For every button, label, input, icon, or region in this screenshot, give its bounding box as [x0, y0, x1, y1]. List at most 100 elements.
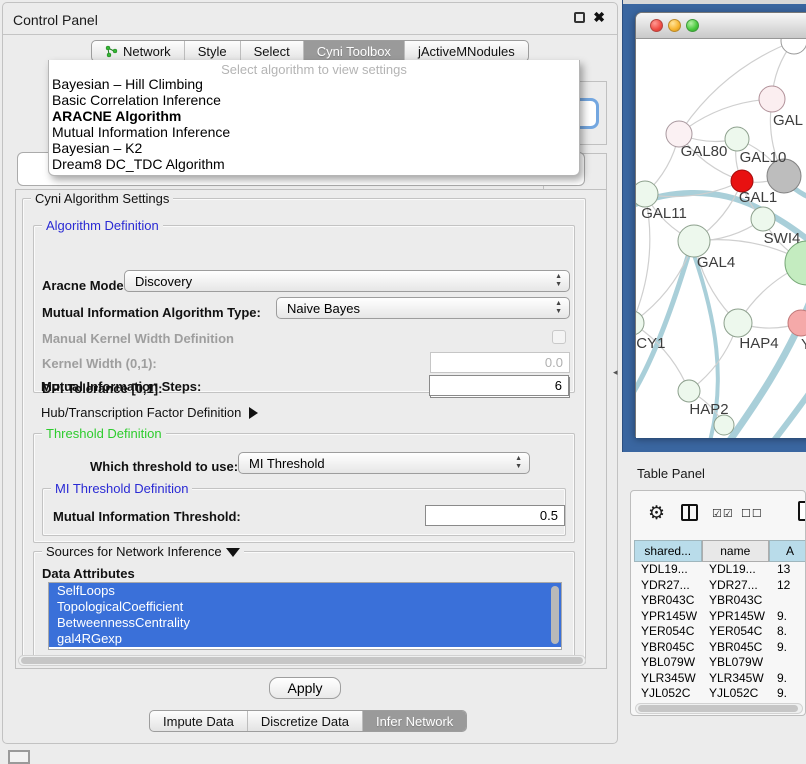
node-label: GAL80	[681, 143, 728, 160]
tab-infer-network-label: Infer Network	[376, 714, 453, 729]
document-icon[interactable]	[798, 501, 806, 521]
tab-impute-data[interactable]: Impute Data	[150, 711, 248, 731]
close-window-icon[interactable]	[650, 19, 663, 32]
data-attribute-item[interactable]: TopologicalCoefficient	[49, 599, 561, 615]
table-column-header[interactable]: shared...	[634, 540, 702, 562]
cyni-algorithm-settings-group: Cyni Algorithm Settings Algorithm Defini…	[22, 198, 586, 664]
node-y-pink[interactable]	[788, 310, 806, 336]
settings-scrollpane: Cyni Algorithm Settings Algorithm Defini…	[15, 189, 607, 669]
hub-definition-toggle[interactable]: Hub/Transcription Factor Definition	[41, 405, 258, 420]
node-label: Y	[801, 336, 806, 353]
manual-kernel-checkbox[interactable]	[552, 330, 566, 344]
node-gal4[interactable]	[678, 225, 710, 257]
node-label: GAL10	[740, 149, 787, 166]
tab-discretize-data[interactable]: Discretize Data	[248, 711, 363, 731]
table-row[interactable]: YLR345WYLR345W9.	[634, 671, 806, 687]
threshold-definition-group: Threshold Definition Which threshold to …	[33, 433, 575, 543]
table-row[interactable]: YJL052CYJL052C9.	[634, 686, 806, 702]
node-hap4[interactable]	[724, 309, 752, 337]
aracne-mode-combo[interactable]: Discovery ▲▼	[124, 270, 570, 292]
dropdown-item[interactable]: Bayesian – Hill Climbing	[49, 76, 579, 92]
tab-cyni-toolbox[interactable]: Cyni Toolbox	[304, 41, 405, 61]
dropdown-item[interactable]: Bayesian – K2	[49, 140, 579, 156]
control-panel-tabs: Network Style Select Cyni Toolbox jActiv…	[91, 40, 529, 62]
table-column-header[interactable]: name	[702, 540, 770, 562]
tab-jactivemnodules[interactable]: jActiveMNodules	[405, 41, 528, 61]
table-row[interactable]: YDL19...YDL19...13	[634, 562, 806, 578]
float-panel-icon[interactable]	[574, 12, 585, 23]
tab-style-label: Style	[198, 44, 227, 59]
node-label: SWI4	[764, 230, 801, 247]
network-edge-thick[interactable]	[772, 369, 806, 438]
columns-icon[interactable]	[681, 504, 698, 521]
tab-select[interactable]: Select	[241, 41, 304, 61]
table-row[interactable]: YPR145WYPR145W9.	[634, 609, 806, 625]
mi-threshold-field[interactable]: 0.5	[425, 505, 565, 526]
sources-group: Sources for Network Inference Data Attri…	[33, 551, 575, 664]
data-attribute-item[interactable]: BetweennessCentrality	[49, 615, 561, 631]
table-body: YDL19...YDL19...13YDR27...YDR27...12YBR0…	[634, 562, 806, 702]
algorithm-definition-title: Algorithm Definition	[42, 218, 163, 233]
node-swi4[interactable]	[751, 207, 775, 231]
mi-type-label: Mutual Information Algorithm Type:	[42, 305, 261, 320]
hub-definition-label: Hub/Transcription Factor Definition	[41, 405, 241, 420]
data-attribute-item[interactable]: gal4RGexp	[49, 631, 561, 647]
which-threshold-combo[interactable]: MI Threshold ▲▼	[238, 452, 530, 474]
dropdown-item[interactable]: Basic Correlation Inference	[49, 92, 579, 108]
table-row[interactable]: YBR045CYBR045C9.	[634, 640, 806, 656]
mi-steps-field[interactable]: 6	[429, 375, 569, 396]
network-edge[interactable]	[679, 99, 772, 134]
node-top-partial[interactable]	[781, 39, 806, 54]
data-attributes-label: Data Attributes	[42, 566, 135, 581]
node-bottom-partial[interactable]	[714, 415, 734, 435]
tab-infer-network[interactable]: Infer Network	[363, 711, 466, 731]
zoom-window-icon[interactable]	[686, 19, 699, 32]
network-window-titlebar[interactable]	[636, 13, 806, 39]
control-panel: Control Panel ✖ Network Style Select Cyn…	[2, 2, 618, 744]
table-hscrollbar[interactable]	[635, 703, 803, 714]
dropdown-item[interactable]: ARACNE Algorithm	[49, 108, 579, 124]
deselect-all-checkboxes-icon[interactable]: ☐☐	[741, 507, 763, 520]
tab-style[interactable]: Style	[185, 41, 241, 61]
settings-hscrollbar[interactable]	[18, 655, 586, 666]
node-gal11[interactable]	[636, 181, 658, 207]
dropdown-item[interactable]: Mutual Information Inference	[49, 124, 579, 140]
splitpane-grip[interactable]: ◂	[613, 367, 618, 378]
table-cell: YBR045C	[634, 640, 702, 656]
gear-icon[interactable]: ⚙	[648, 502, 665, 525]
tab-network[interactable]: Network	[92, 41, 185, 61]
apply-button[interactable]: Apply	[269, 677, 341, 699]
select-all-checkboxes-icon[interactable]: ☑☑	[712, 507, 734, 520]
node-gal10[interactable]	[725, 127, 749, 151]
close-icon[interactable]: ✖	[593, 9, 605, 26]
data-attribute-item[interactable]: SelfLoops	[49, 583, 561, 599]
kernel-width-label: Kernel Width (0,1):	[42, 356, 157, 371]
table-cell: YPR145W	[702, 609, 770, 625]
mi-threshold-label: Mutual Information Threshold:	[53, 509, 241, 524]
table-row[interactable]: YBL079WYBL079W	[634, 655, 806, 671]
stepper-arrows-icon: ▲▼	[555, 300, 562, 316]
dropdown-item[interactable]: Dream8 DC_TDC Algorithm	[49, 156, 579, 172]
table-row[interactable]: YBR043CYBR043C	[634, 593, 806, 609]
table-cell: YDL19...	[702, 562, 770, 578]
network-canvas[interactable]: GALGAL80GAL10GAL1GAL11SWI4GAL4GCY1HAP4YH…	[636, 39, 806, 438]
desktop-top-strip	[623, 0, 806, 4]
minimize-window-icon[interactable]	[668, 19, 681, 32]
sources-title[interactable]: Sources for Network Inference	[42, 544, 244, 559]
node-hap2[interactable]	[678, 380, 700, 402]
node-green-big[interactable]	[785, 241, 806, 285]
manual-kernel-label: Manual Kernel Width Definition	[42, 331, 234, 346]
node-pink-top[interactable]	[759, 86, 785, 112]
table-cell: 9.	[770, 640, 806, 656]
kernel-width-field[interactable]: 0.0	[430, 352, 570, 373]
table-row[interactable]: YER054CYER054C8.	[634, 624, 806, 640]
table-cell: YLR345W	[702, 671, 770, 687]
node-label: GAL	[773, 112, 803, 129]
list-scrollbar-thumb[interactable]	[551, 586, 559, 644]
tab-select-label: Select	[254, 44, 290, 59]
data-attributes-list[interactable]: SelfLoopsTopologicalCoefficientBetweenne…	[48, 582, 562, 650]
table-column-header[interactable]: A	[769, 540, 806, 562]
table-row[interactable]: YDR27...YDR27...12	[634, 578, 806, 594]
mi-type-combo[interactable]: Naive Bayes ▲▼	[276, 297, 570, 319]
table-cell: YBL079W	[702, 655, 770, 671]
